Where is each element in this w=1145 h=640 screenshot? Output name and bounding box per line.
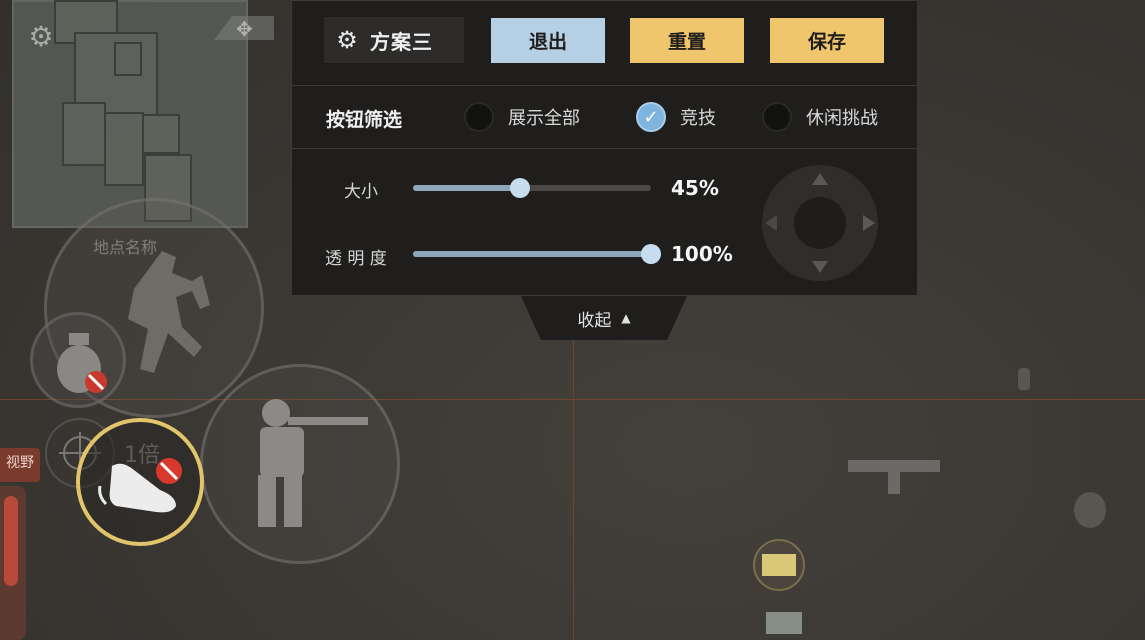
divider (292, 148, 919, 149)
item-icon[interactable] (1014, 364, 1034, 394)
filter-option-show-all[interactable]: 展示全部 (464, 100, 580, 134)
scheme-name: 方案三 (370, 29, 433, 54)
size-slider-fill (413, 185, 521, 191)
dpad-preview-icon (762, 165, 878, 281)
battery-icon[interactable] (764, 608, 806, 638)
reset-button[interactable]: 重置 (630, 18, 744, 63)
filter-option-casual-challenge[interactable]: 休闲挑战 (762, 100, 878, 134)
fire-button[interactable] (200, 364, 400, 564)
scheme-selector[interactable]: ⚙ 方案三 (324, 17, 464, 63)
radio-unchecked-icon (762, 102, 792, 132)
game-scene: ⚙ ✥ ⚙ 方案三 退出 重置 保存 按钮筛选 展示全部 ✓ 竞技 休闲挑战 大… (0, 0, 1145, 640)
layout-settings-panel: ⚙ 方案三 退出 重置 保存 按钮筛选 展示全部 ✓ 竞技 休闲挑战 大小 45… (291, 0, 919, 296)
location-name-label: 地点名称 (93, 238, 158, 257)
opacity-slider-handle[interactable] (641, 244, 661, 264)
check-icon: ✓ (643, 106, 659, 128)
disabled-icon (156, 458, 182, 484)
radio-unchecked-icon (464, 102, 494, 132)
opacity-slider-row: 透 明 度 (325, 244, 405, 269)
size-value: 45% (671, 176, 719, 200)
svg-text:✥: ✥ (236, 17, 253, 41)
minimap-room (104, 112, 144, 186)
ammo-icon[interactable] (752, 538, 806, 592)
size-label: 大小 (344, 182, 378, 202)
crouch-button-selected[interactable] (76, 418, 204, 546)
filter-option-label: 展示全部 (508, 108, 580, 129)
size-slider-handle[interactable] (510, 178, 531, 198)
collapse-button[interactable]: 收起 ▲ (521, 296, 687, 340)
grenade-button[interactable] (30, 312, 126, 408)
divider (292, 85, 919, 86)
size-slider[interactable] (413, 178, 651, 198)
radio-checked-icon: ✓ (636, 102, 666, 132)
opacity-value: 100% (671, 242, 733, 266)
gear-icon: ⚙ (336, 26, 358, 54)
size-slider-row: 大小 (344, 177, 424, 202)
exit-button[interactable]: 退出 (491, 18, 605, 63)
item-icon[interactable] (1070, 486, 1110, 530)
minimap-room (114, 42, 142, 76)
triangle-up-icon: ▲ (621, 311, 631, 325)
disabled-icon (85, 371, 107, 393)
view-side-tab[interactable]: 视野 (0, 448, 40, 482)
opacity-slider[interactable] (413, 244, 661, 264)
opacity-label: 透 明 度 (325, 249, 387, 269)
opacity-slider-fill (413, 251, 651, 257)
collapse-label: 收起 (577, 310, 612, 331)
filter-option-label: 竞技 (680, 108, 716, 129)
rifle-icon[interactable] (838, 422, 948, 517)
view-slider-fill (4, 496, 18, 586)
soldier-aiming-icon (258, 399, 368, 527)
minimap-gear-icon[interactable]: ⚙ (26, 22, 56, 52)
filter-option-competitive[interactable]: ✓ 竞技 (636, 100, 716, 134)
save-button[interactable]: 保存 (770, 18, 884, 63)
move-arrows-icon[interactable]: ✥ (214, 10, 274, 46)
minimap-room (142, 114, 180, 154)
view-slider[interactable] (0, 486, 26, 640)
minimap-room (62, 102, 106, 166)
button-filter-label: 按钮筛选 (326, 109, 403, 131)
filter-option-label: 休闲挑战 (806, 108, 878, 129)
